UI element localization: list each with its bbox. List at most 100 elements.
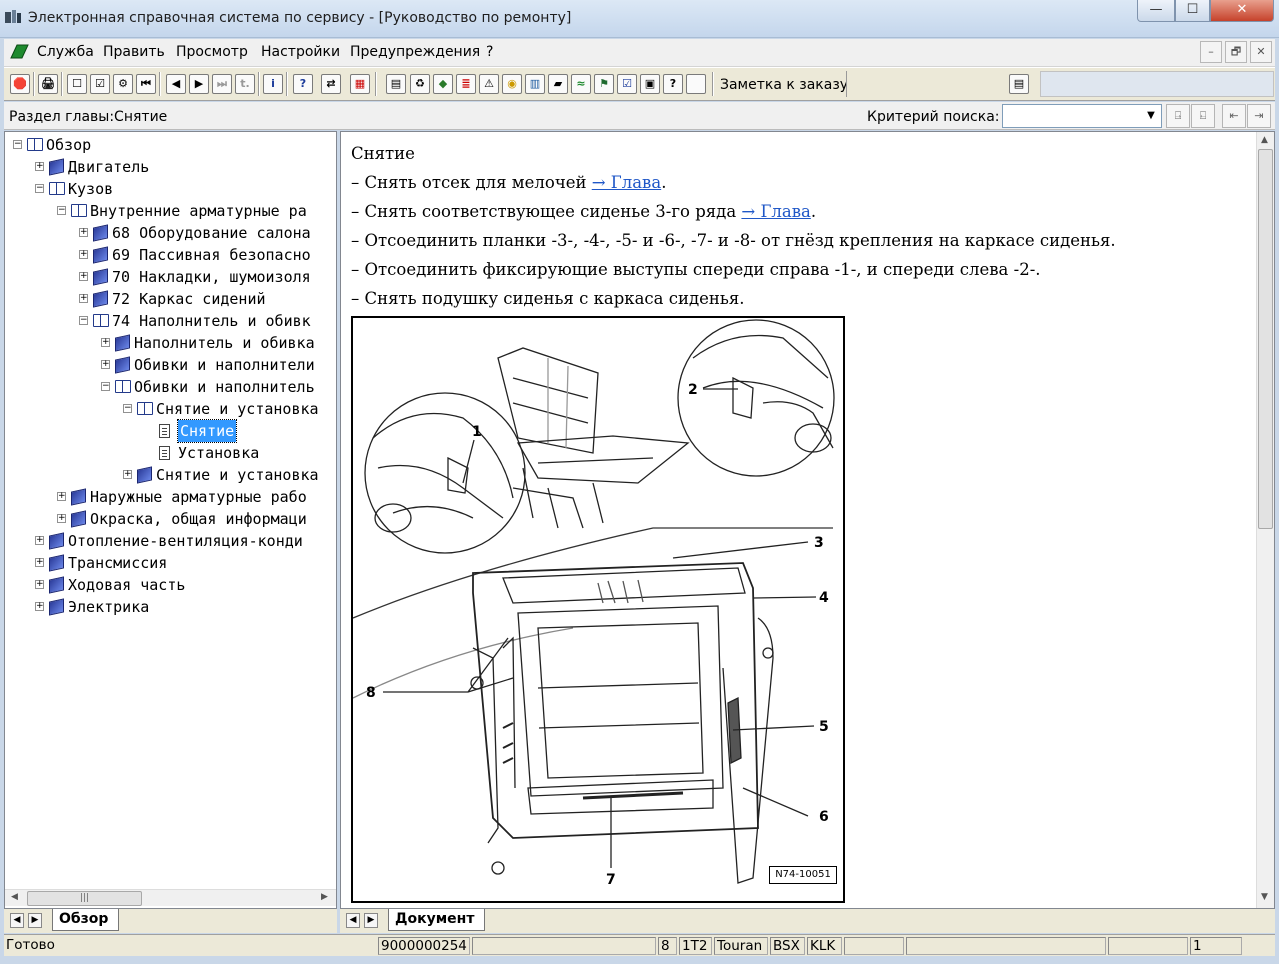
expand-node-icon[interactable]: + <box>79 294 88 303</box>
tree-node[interactable]: Установка <box>5 442 336 464</box>
tree-node[interactable]: + Снятие и установка <box>5 464 336 486</box>
expand-node-icon[interactable]: + <box>101 338 110 347</box>
tab-next-icon[interactable]: ▶ <box>364 913 378 928</box>
collapse-node-icon[interactable]: − <box>57 206 66 215</box>
tree-node-label[interactable]: Обивки и наполнители <box>134 354 315 376</box>
scroll-right-icon[interactable]: ▶ <box>321 892 328 902</box>
tree-node-label[interactable]: 68 Оборудование салона <box>112 222 311 244</box>
document-vertical-scrollbar[interactable]: ▲ ▼ <box>1256 132 1274 908</box>
tab-overview[interactable]: Обзор <box>52 909 120 931</box>
scroll-up-icon[interactable]: ▲ <box>1261 135 1268 145</box>
text-icon[interactable]: i <box>263 74 283 94</box>
tree-node[interactable]: + Трансмиссия <box>5 552 336 574</box>
expand-node-icon[interactable]: + <box>35 162 44 171</box>
tree-scroll-thumb[interactable]: ||| <box>27 891 142 906</box>
chapter-link[interactable]: → Глава <box>741 202 810 221</box>
tree-node[interactable]: − Обивки и наполнитель <box>5 376 336 398</box>
expand-node-icon[interactable]: + <box>35 558 44 567</box>
expand-node-icon[interactable]: + <box>57 492 66 501</box>
info-icon[interactable]: ? <box>293 74 313 94</box>
tree-node-label[interactable]: Обзор <box>46 134 91 156</box>
tree-node-label[interactable]: Внутренние арматурные ра <box>90 200 307 222</box>
tab-prev-icon[interactable]: ◀ <box>346 913 360 928</box>
checkbox-icon[interactable]: ▣ <box>640 74 660 94</box>
search-next-icon[interactable]: ⍇ <box>1191 104 1215 128</box>
tree-node[interactable]: Снятие <box>5 419 336 443</box>
collapse-node-icon[interactable]: − <box>123 404 132 413</box>
collapse-node-icon[interactable]: − <box>101 382 110 391</box>
checklist-icon[interactable]: ⚙ <box>113 74 133 94</box>
navigation-tree[interactable]: − Обзор + Двигатель − Кузов − Внутренние армату… <box>5 132 336 887</box>
expand-node-icon[interactable]: + <box>79 228 88 237</box>
tree-node-label[interactable]: Снятие и установка <box>156 464 319 486</box>
previous-icon[interactable]: ▶ <box>189 74 209 94</box>
tree-node[interactable]: − 74 Наполнитель и обивк <box>5 310 336 332</box>
expand-node-icon[interactable]: + <box>35 580 44 589</box>
tree-node-label[interactable]: 70 Накладки, шумоизоля <box>112 266 311 288</box>
search-prev-icon[interactable]: ⍈ <box>1166 104 1190 128</box>
menu-service[interactable]: Служба <box>37 44 94 60</box>
tree-node-label[interactable]: Ходовая часть <box>68 574 185 596</box>
expand-node-icon[interactable]: + <box>35 602 44 611</box>
expand-node-icon[interactable]: + <box>79 250 88 259</box>
menu-help[interactable]: ? <box>486 44 493 60</box>
menu-view[interactable]: Просмотр <box>176 44 248 60</box>
next-icon[interactable]: ⏭ <box>212 74 232 94</box>
new-document-icon[interactable]: ☐ <box>67 74 87 94</box>
mdi-minimize-button[interactable]: – <box>1200 41 1222 63</box>
tree-node-label[interactable]: Двигатель <box>68 156 149 178</box>
expand-icon[interactable]: ⇥ <box>1247 104 1271 128</box>
tree-node-label[interactable]: 69 Пассивная безопасно <box>112 244 311 266</box>
expand-node-icon[interactable]: + <box>79 272 88 281</box>
tab-next-icon[interactable]: ▶ <box>28 913 42 928</box>
tree-horizontal-scrollbar[interactable]: ◀ ||| ▶ <box>5 889 336 906</box>
window-icon[interactable]: ? <box>663 74 683 94</box>
collapse-icon[interactable]: ⇤ <box>1222 104 1246 128</box>
help-icon[interactable]: ⇄ <box>321 74 341 94</box>
tree-node-label[interactable]: Кузов <box>68 178 113 200</box>
list-icon[interactable]: ⚠ <box>479 74 499 94</box>
tree-node[interactable]: + Наружные арматурные рабо <box>5 486 336 508</box>
tree-node-label[interactable]: Снятие <box>176 419 238 443</box>
edit-document-icon[interactable]: ☑ <box>90 74 110 94</box>
order-note-icon[interactable]: ▤ <box>1009 74 1029 94</box>
tree-node-label[interactable]: Обивки и наполнитель <box>134 376 315 398</box>
grid-icon[interactable]: ♻ <box>410 74 430 94</box>
tree-node[interactable]: +68 Оборудование салона <box>5 222 336 244</box>
mdi-close-button[interactable]: ✕ <box>1250 41 1272 63</box>
tree-node-label[interactable]: 74 Наполнитель и обивк <box>112 310 311 332</box>
tree-node-label[interactable]: Наружные арматурные рабо <box>90 486 307 508</box>
manual-icon[interactable]: ≈ <box>571 74 591 94</box>
tree-node[interactable]: + Отопление-вентиляция-конди <box>5 530 336 552</box>
warning-icon[interactable]: ◉ <box>502 74 522 94</box>
chapter-link[interactable]: → Глава <box>592 173 661 192</box>
maximize-button[interactable]: ☐ <box>1175 0 1210 22</box>
scroll-down-icon[interactable]: ▼ <box>1261 892 1268 902</box>
first-page-icon[interactable]: ◀ <box>166 74 186 94</box>
vehicle-icon[interactable]: ⚑ <box>594 74 614 94</box>
tree-node[interactable]: − Кузов <box>5 178 336 200</box>
tree-node[interactable]: + Ходовая часть <box>5 574 336 596</box>
document-scroll-thumb[interactable] <box>1258 149 1273 529</box>
tree-node[interactable]: − Снятие и установка <box>5 398 336 420</box>
exit-icon[interactable]: 🛑 <box>10 74 30 94</box>
tree-node[interactable]: + Наполнитель и обивка <box>5 332 336 354</box>
expand-node-icon[interactable]: + <box>123 470 132 479</box>
tree-node[interactable]: − Внутренние арматурные ра <box>5 200 336 222</box>
tree-node-label[interactable]: Снятие и установка <box>156 398 319 420</box>
close-button[interactable]: ✕ <box>1210 0 1274 22</box>
tree-node[interactable]: +72 Каркас сидений <box>5 288 336 310</box>
trash-icon[interactable]: ▰ <box>548 74 568 94</box>
car-icon[interactable]: ⏮ <box>136 74 156 94</box>
tree-node-label[interactable]: Отопление-вентиляция-конди <box>68 530 303 552</box>
calculator-icon[interactable]: ▤ <box>386 74 406 94</box>
collapse-node-icon[interactable]: − <box>13 140 22 149</box>
tab-document[interactable]: Документ <box>388 909 486 931</box>
tree-node-label[interactable]: Трансмиссия <box>68 552 167 574</box>
tab-prev-icon[interactable]: ◀ <box>10 913 24 928</box>
tree-node[interactable]: + Двигатель <box>5 156 336 178</box>
flag-icon[interactable]: ☑ <box>617 74 637 94</box>
order-note-field[interactable] <box>846 71 1006 97</box>
tree-node-label[interactable]: Электрика <box>68 596 149 618</box>
menu-settings[interactable]: Настройки <box>261 44 340 60</box>
